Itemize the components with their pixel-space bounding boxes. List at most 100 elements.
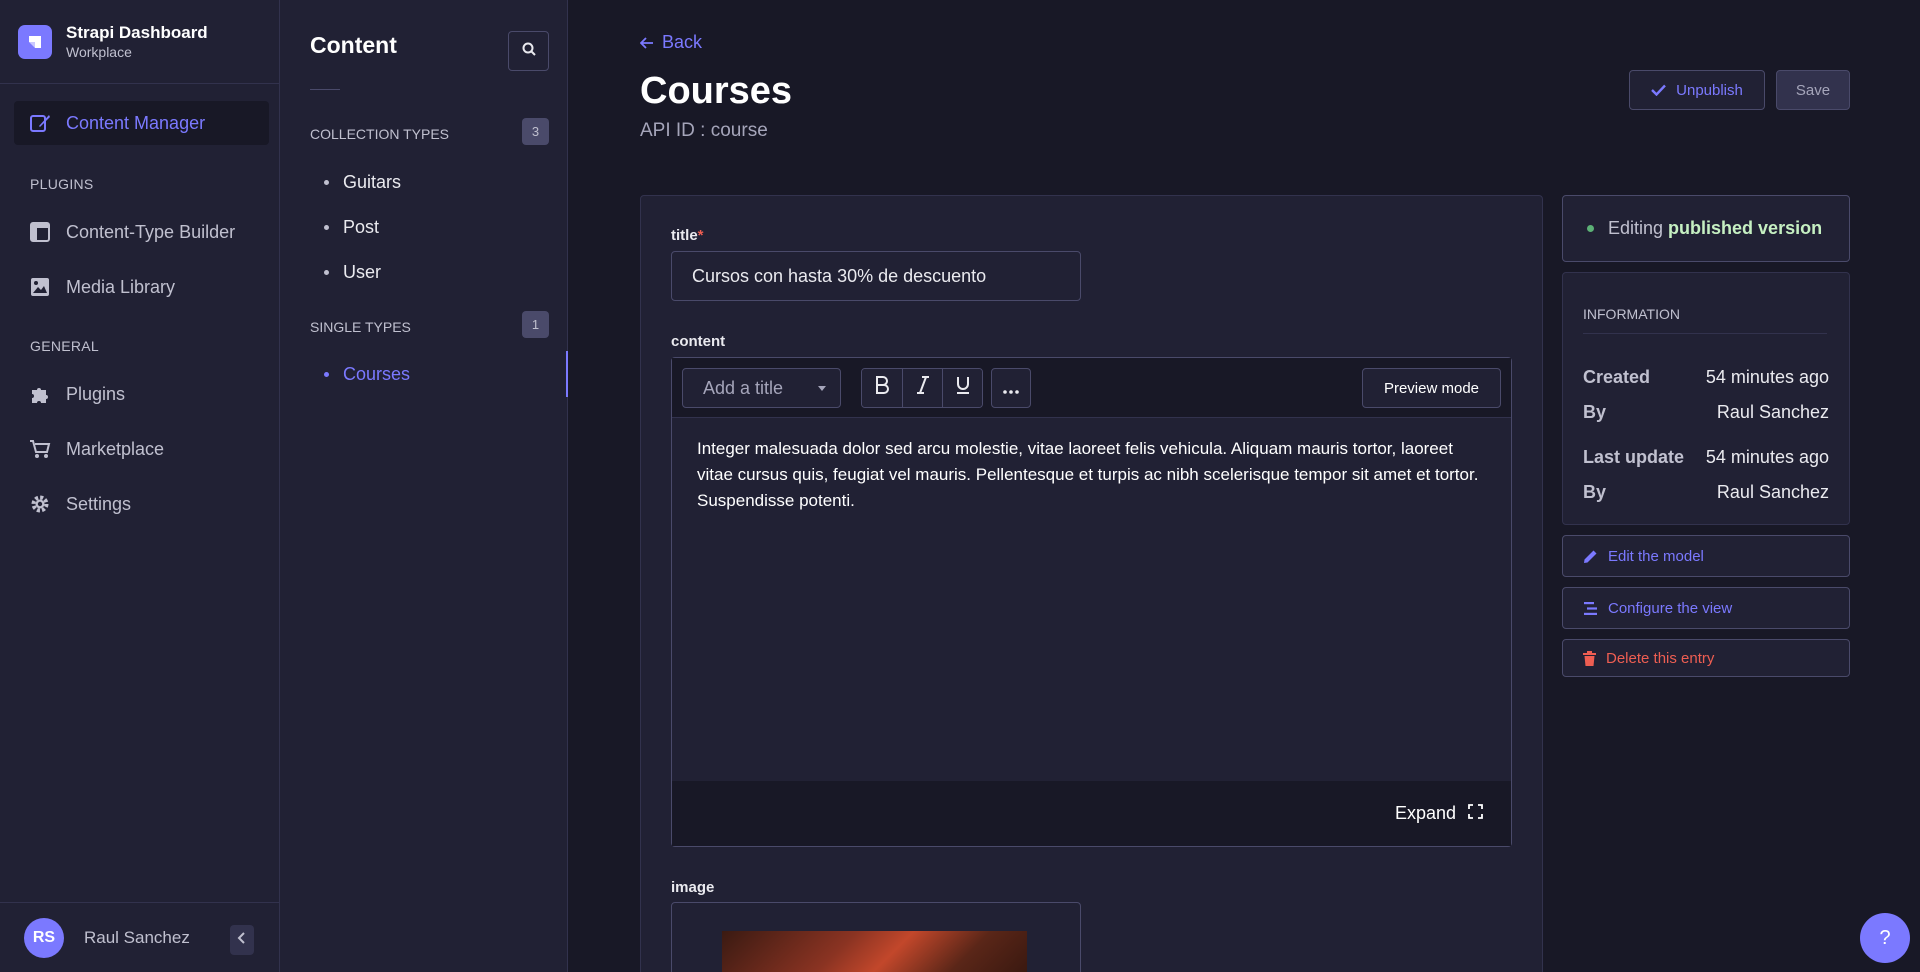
subnav-item-guitars[interactable]: Guitars [324,172,401,193]
configure-view-label: Configure the view [1608,599,1733,617]
image-field-label: image [671,879,715,896]
info-value: 54 minutes ago [1705,447,1829,467]
subnav-item-courses[interactable]: Courses [324,364,410,385]
gear-icon [28,492,52,516]
expand-label: Expand [1394,803,1456,823]
heading-select[interactable]: Add a title [682,368,841,408]
status-version: published version [1668,218,1823,238]
collapse-nav-button[interactable] [230,925,254,955]
pencil-icon [1583,549,1598,564]
rich-text-editor: Add a title Preview mode Integer malesua… [671,357,1512,847]
chevron-left-icon [237,931,247,949]
info-row-updated: Last update 54 minutes ago [1583,447,1829,468]
brand-title: Strapi Dashboard [66,22,208,42]
nav-item-content-manager[interactable]: Content Manager [14,101,269,145]
collection-types-heading[interactable]: COLLECTION TYPES [310,126,449,142]
back-label: Back [662,32,703,52]
subnav-item-post[interactable]: Post [324,217,379,238]
nav-label: Marketplace [66,438,165,459]
heading-select-value: Add a title [703,377,784,398]
layout-icon [28,220,52,244]
info-key: Created [1583,367,1651,387]
bullet-icon [324,180,329,185]
edit-model-button[interactable]: Edit the model [1562,535,1850,577]
check-icon [1651,84,1667,96]
nav-section-plugins: PLUGINS [30,176,94,192]
editor-content[interactable]: Integer malesuada dolor sed arcu molesti… [697,436,1487,514]
nav-label: Plugins [66,383,126,404]
edit-status-card: Editing published version [1562,195,1850,262]
help-button[interactable]: ? [1860,913,1910,963]
user-footer: RS Raul Sanchez [0,902,280,972]
nav-item-media-library[interactable]: Media Library [14,265,269,309]
subnav-item-label: Courses [343,364,411,384]
underline-icon [956,376,970,400]
nav-item-marketplace[interactable]: Marketplace [14,427,269,471]
search-button[interactable] [508,31,549,71]
active-indicator [566,351,568,397]
bullet-icon [324,372,329,377]
divider [310,89,340,90]
page-title: Courses [640,70,793,112]
nav-label: Settings [66,493,132,514]
brand-subtitle: Workplace [66,43,132,60]
format-button-group [861,368,983,408]
info-value: Raul Sanchez [1716,482,1829,502]
brand[interactable]: Strapi Dashboard Workplace [0,0,279,84]
image-icon [28,275,52,299]
shopping-cart-icon [28,437,52,461]
subnav-title: Content [310,32,397,58]
single-types-heading[interactable]: SINGLE TYPES [310,319,411,335]
info-key: By [1583,482,1607,502]
required-mark: * [697,227,704,244]
information-card: INFORMATION Created 54 minutes ago By Ra… [1562,272,1850,525]
title-label-text: title [671,227,698,244]
nav-item-settings[interactable]: Settings [14,482,269,526]
nav-label: Content Manager [66,112,206,133]
user-name[interactable]: Raul Sanchez [84,928,190,948]
subnav-item-label: User [343,262,382,282]
information-heading: INFORMATION [1583,306,1680,322]
feather-pen-icon [28,111,52,135]
status-dot-icon [1587,225,1594,232]
nav-section-general: GENERAL [30,338,100,354]
more-actions-button[interactable] [991,368,1031,408]
trash-icon [1583,650,1596,666]
info-row-created-by: By Raul Sanchez [1583,402,1829,423]
info-value: Raul Sanchez [1716,402,1829,422]
bold-button[interactable] [862,369,902,407]
configure-view-button[interactable]: Configure the view [1562,587,1850,629]
save-button[interactable]: Save [1776,70,1850,110]
edit-model-label: Edit the model [1608,547,1704,565]
info-key: Last update [1583,447,1685,467]
strapi-logo-icon [18,24,52,59]
subnav-item-label: Post [343,217,380,237]
preview-mode-button[interactable]: Preview mode [1362,368,1501,408]
arrow-left-icon [640,36,654,49]
nav-label: Content-Type Builder [66,221,236,242]
editor-toolbar: Add a title Preview mode [672,358,1511,418]
divider [1583,333,1827,334]
info-row-updated-by: By Raul Sanchez [1583,482,1829,503]
nav-item-content-type-builder[interactable]: Content-Type Builder [14,210,269,254]
delete-entry-button[interactable]: Delete this entry [1562,639,1850,677]
ellipsis-icon [1003,378,1019,399]
puzzle-icon [28,382,52,406]
main-navigation: Strapi Dashboard Workplace Content Manag… [0,0,280,972]
italic-icon [916,376,930,400]
title-input[interactable]: Cursos con hasta 30% de descuento [671,251,1081,301]
back-link[interactable]: Back [640,32,702,53]
bullet-icon [324,225,329,230]
expand-button[interactable]: Expand [1395,803,1483,824]
unpublish-button[interactable]: Unpublish [1629,70,1765,110]
api-id: API ID : course [640,120,768,141]
underline-button[interactable] [942,369,982,407]
bold-icon [875,376,889,400]
fullscreen-icon [1468,803,1483,824]
nav-item-plugins[interactable]: Plugins [14,372,269,416]
image-field[interactable] [671,902,1081,972]
title-field-label: title* [671,227,704,244]
italic-button[interactable] [902,369,942,407]
subnav-item-user[interactable]: User [324,262,381,283]
avatar[interactable]: RS [24,917,64,958]
